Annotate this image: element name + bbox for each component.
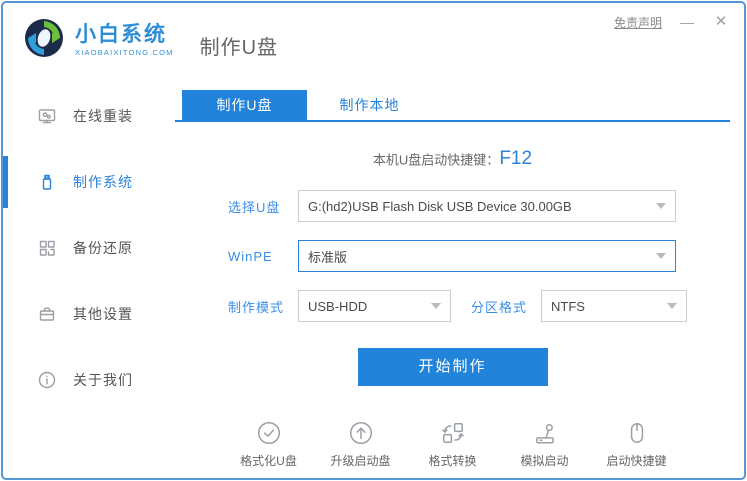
sidebar-item-backup-restore[interactable]: 备份还原 [3,215,175,281]
boot-hotkey-line: 本机U盘启动快捷键：F12 [175,148,730,172]
winpe-select-value: 标准版 [308,247,347,266]
usb-drive-select[interactable]: G:(hd2)USB Flash Disk USB Device 30.00GB [298,190,676,222]
monitor-gears-icon [37,106,57,126]
close-button[interactable]: ✕ [712,13,730,31]
tool-simulate-boot[interactable]: 模拟启动 [512,420,578,469]
usb-drive-icon [37,172,57,192]
boot-hotkey-label: 本机U盘启动快捷键： [373,153,499,168]
toolbox-icon [37,304,57,324]
main-panel: 制作U盘 制作本地 本机U盘启动快捷键：F12 选择U盘 G:(hd2)USB … [175,77,744,480]
make-mode-select-value: USB-HDD [308,299,367,314]
partition-format-select-value: NTFS [551,299,585,314]
tab-make-usb[interactable]: 制作U盘 [182,90,307,120]
start-make-button[interactable]: 开始制作 [358,348,548,386]
tool-label: 启动快捷键 [606,452,666,469]
chevron-down-icon [656,203,666,209]
tab-make-local[interactable]: 制作本地 [307,90,432,120]
brand-logo: 小白系统 XIAOBAIXITONG.COM [21,15,174,66]
tool-upgrade-boot-disk[interactable]: 升级启动盘 [328,420,394,469]
chevron-down-icon [656,253,666,259]
partition-format-label: 分区格式 [471,297,527,316]
sidebar-item-label: 制作系统 [73,172,133,192]
app-window: 免责声明 — ✕ 小白系统 XIAOBAIXITONG.COM 制作U盘 [1,1,746,480]
backup-grid-icon [37,238,57,258]
winpe-select[interactable]: 标准版 [298,240,676,272]
winpe-label: WinPE [228,249,298,264]
partition-format-select[interactable]: NTFS [541,290,687,322]
tool-label: 格式转换 [428,452,476,469]
window-controls: 免责声明 — ✕ [614,13,730,31]
page-title: 制作U盘 [200,31,278,60]
arrow-up-circle-icon [348,420,374,446]
make-mode-select[interactable]: USB-HDD [298,290,451,322]
brand-domain: XIAOBAIXITONG.COM [75,48,174,57]
tab-bar: 制作U盘 制作本地 [175,90,730,122]
sidebar-item-make-system[interactable]: 制作系统 [3,149,175,215]
chevron-down-icon [431,303,441,309]
sidebar: 在线重装 制作系统 备份还原 [3,77,175,480]
usb-drive-select-value: G:(hd2)USB Flash Disk USB Device 30.00GB [308,199,572,214]
sidebar-item-about-us[interactable]: 关于我们 [3,347,175,413]
sidebar-item-label: 关于我们 [73,370,133,390]
sidebar-item-label: 备份还原 [73,238,133,258]
form-row-select-usb: 选择U盘 G:(hd2)USB Flash Disk USB Device 30… [228,190,730,222]
tool-label: 升级启动盘 [330,452,390,469]
form-row-mode-partition: 制作模式 USB-HDD 分区格式 NTFS [228,290,730,322]
make-usb-form: 选择U盘 G:(hd2)USB Flash Disk USB Device 30… [175,190,730,322]
sidebar-item-label: 其他设置 [73,304,133,324]
disclaimer-link[interactable]: 免责声明 [614,14,662,31]
tool-label: 模拟启动 [520,452,568,469]
make-mode-label: 制作模式 [228,297,298,316]
brand-logo-icon [21,15,67,66]
convert-squares-icon [440,420,466,446]
sidebar-item-online-reinstall[interactable]: 在线重装 [3,83,175,149]
boot-hotkey-value: F12 [499,148,532,169]
info-circle-icon [37,370,57,390]
select-usb-label: 选择U盘 [228,197,298,216]
tool-label: 格式化U盘 [240,452,297,469]
check-circle-icon [256,420,282,446]
sidebar-item-other-settings[interactable]: 其他设置 [3,281,175,347]
joystick-icon [532,420,558,446]
form-row-winpe: WinPE 标准版 [228,240,730,272]
mouse-icon [624,420,650,446]
tool-boot-hotkey[interactable]: 启动快捷键 [604,420,670,469]
chevron-down-icon [667,303,677,309]
minimize-button[interactable]: — [678,13,696,31]
brand-name: 小白系统 [75,24,174,46]
tool-format-convert[interactable]: 格式转换 [420,420,486,469]
tool-format-usb[interactable]: 格式化U盘 [236,420,302,469]
sidebar-item-label: 在线重装 [73,106,133,126]
bottom-toolbar: 格式化U盘 升级启动盘 [175,420,730,469]
brand-text: 小白系统 XIAOBAIXITONG.COM [75,24,174,57]
